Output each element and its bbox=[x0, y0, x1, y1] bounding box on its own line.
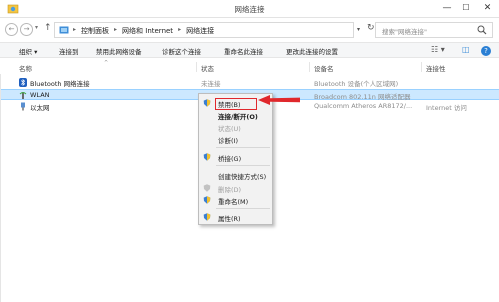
breadcrumb-item[interactable]: 控制面板 bbox=[81, 26, 109, 36]
menu-item-delete: 删除(D) bbox=[199, 182, 272, 194]
help-icon[interactable]: ? bbox=[481, 46, 491, 56]
control-panel-icon bbox=[59, 26, 69, 34]
minimize-icon[interactable]: — bbox=[440, 2, 454, 14]
diagnose-button[interactable]: 诊断这个连接 bbox=[162, 46, 201, 56]
search-input[interactable]: 搜索"网络连接" bbox=[375, 22, 493, 38]
address-dropdown-icon[interactable]: ▾ bbox=[357, 26, 360, 33]
connect-to-button[interactable]: 连接到 bbox=[59, 46, 79, 56]
context-menu: 禁用(B) 连接/断开(O) 状态(U) 诊断(I) 桥接(G) 创建快捷方式(… bbox=[198, 93, 273, 225]
breadcrumb-separator-icon: ▸ bbox=[73, 26, 77, 33]
menu-item-label: 创建快捷方式(S) bbox=[218, 173, 267, 181]
connection-row-bluetooth[interactable]: Bluetooth 网络连接 未连接 Bluetooth 设备(个人区域网) bbox=[0, 77, 499, 88]
connection-name: WLAN bbox=[30, 91, 50, 99]
pane-border bbox=[0, 74, 1, 302]
column-header-row: 名称 ^ 状态 设备名 连接性 bbox=[0, 60, 499, 74]
search-placeholder: 搜索"网络连接" bbox=[382, 28, 427, 36]
shield-icon bbox=[203, 99, 211, 107]
column-divider[interactable] bbox=[309, 62, 310, 72]
ethernet-icon bbox=[21, 102, 25, 111]
up-arrow-icon[interactable]: ↑ bbox=[44, 23, 52, 33]
menu-item-label: 禁用(B) bbox=[218, 101, 241, 109]
window-title: 网络连接 bbox=[234, 5, 265, 14]
menu-separator bbox=[216, 208, 270, 209]
connection-connectivity: Internet 访问 bbox=[426, 104, 467, 112]
menu-item-label: 连接/断开(O) bbox=[218, 113, 258, 121]
address-bar: ← → ▾ ↑ ▸ 控制面板 ▸ 网络和 Internet ▸ 网络连接 ▾ ↻… bbox=[0, 19, 499, 41]
forward-arrow-icon[interactable]: → bbox=[20, 23, 33, 36]
maximize-icon[interactable]: ☐ bbox=[459, 2, 473, 14]
menu-separator bbox=[216, 147, 270, 148]
column-connectivity[interactable]: 连接性 bbox=[426, 63, 446, 73]
search-icon[interactable] bbox=[477, 25, 487, 35]
menu-item-label: 重命名(M) bbox=[218, 198, 249, 206]
column-name[interactable]: 名称 bbox=[19, 63, 32, 73]
disable-device-button[interactable]: 禁用此网络设备 bbox=[96, 46, 142, 56]
column-status[interactable]: 状态 bbox=[201, 63, 214, 73]
shield-icon bbox=[203, 213, 211, 221]
preview-pane-icon[interactable]: ◫ bbox=[462, 45, 470, 54]
recent-locations-chevron-icon[interactable]: ▾ bbox=[35, 24, 38, 31]
connection-name: Bluetooth 网络连接 bbox=[30, 80, 90, 88]
shield-icon bbox=[203, 153, 211, 161]
title-bar: 网络连接 — ☐ ✕ bbox=[0, 0, 499, 18]
wifi-icon bbox=[19, 92, 27, 99]
refresh-icon[interactable]: ↻ bbox=[367, 23, 375, 33]
connection-device: Bluetooth 设备(个人区域网) bbox=[314, 80, 399, 88]
shield-icon bbox=[203, 196, 211, 204]
menu-item-rename[interactable]: 重命名(M) bbox=[199, 194, 272, 206]
command-bar: 组织 ▾ 连接到 禁用此网络设备 诊断这个连接 重命名此连接 更改此连接的设置 … bbox=[0, 42, 499, 58]
menu-item-properties[interactable]: 属性(R) bbox=[199, 211, 272, 223]
menu-item-connect-disconnect[interactable]: 连接/断开(O) bbox=[199, 109, 272, 121]
annotation-arrow-icon bbox=[258, 95, 300, 105]
column-divider[interactable] bbox=[196, 62, 197, 72]
rename-button[interactable]: 重命名此连接 bbox=[224, 46, 263, 56]
breadcrumb-item[interactable]: 网络连接 bbox=[186, 26, 214, 36]
breadcrumb-separator-icon: ▸ bbox=[178, 26, 182, 33]
menu-item-label: 状态(U) bbox=[218, 125, 241, 133]
breadcrumb-item[interactable]: 网络和 Internet bbox=[122, 26, 173, 36]
menu-item-bridge[interactable]: 桥接(G) bbox=[199, 151, 272, 163]
shield-icon bbox=[203, 184, 211, 192]
change-settings-button[interactable]: 更改此连接的设置 bbox=[286, 46, 338, 56]
menu-item-label: 删除(D) bbox=[218, 186, 242, 194]
sort-ascending-icon: ^ bbox=[104, 60, 109, 66]
back-arrow-icon[interactable]: ← bbox=[5, 23, 18, 36]
connection-name: 以太网 bbox=[30, 104, 50, 112]
breadcrumb: ▸ 控制面板 ▸ 网络和 Internet ▸ 网络连接 bbox=[73, 26, 214, 36]
menu-item-label: 属性(R) bbox=[218, 215, 241, 223]
menu-item-create-shortcut[interactable]: 创建快捷方式(S) bbox=[199, 169, 272, 181]
column-divider[interactable] bbox=[421, 62, 422, 72]
breadcrumb-separator-icon: ▸ bbox=[114, 26, 118, 33]
connection-status: 未连接 bbox=[201, 80, 221, 88]
menu-item-diagnose[interactable]: 诊断(I) bbox=[199, 133, 272, 145]
menu-item-label: 诊断(I) bbox=[218, 137, 238, 145]
column-device[interactable]: 设备名 bbox=[314, 63, 334, 73]
menu-item-status: 状态(U) bbox=[199, 121, 272, 133]
bluetooth-icon bbox=[19, 78, 27, 87]
menu-item-label: 桥接(G) bbox=[218, 155, 242, 163]
organize-button[interactable]: 组织 ▾ bbox=[19, 46, 37, 56]
address-field[interactable]: ▸ 控制面板 ▸ 网络和 Internet ▸ 网络连接 bbox=[54, 22, 354, 38]
close-icon[interactable]: ✕ bbox=[477, 2, 498, 14]
view-options-icon[interactable]: ☷ ▾ bbox=[431, 45, 445, 54]
menu-separator bbox=[216, 165, 270, 166]
connection-device: Qualcomm Atheros AR8172/... bbox=[314, 102, 413, 110]
connection-device: Broadcom 802.11n 网络适配器 bbox=[314, 93, 411, 101]
